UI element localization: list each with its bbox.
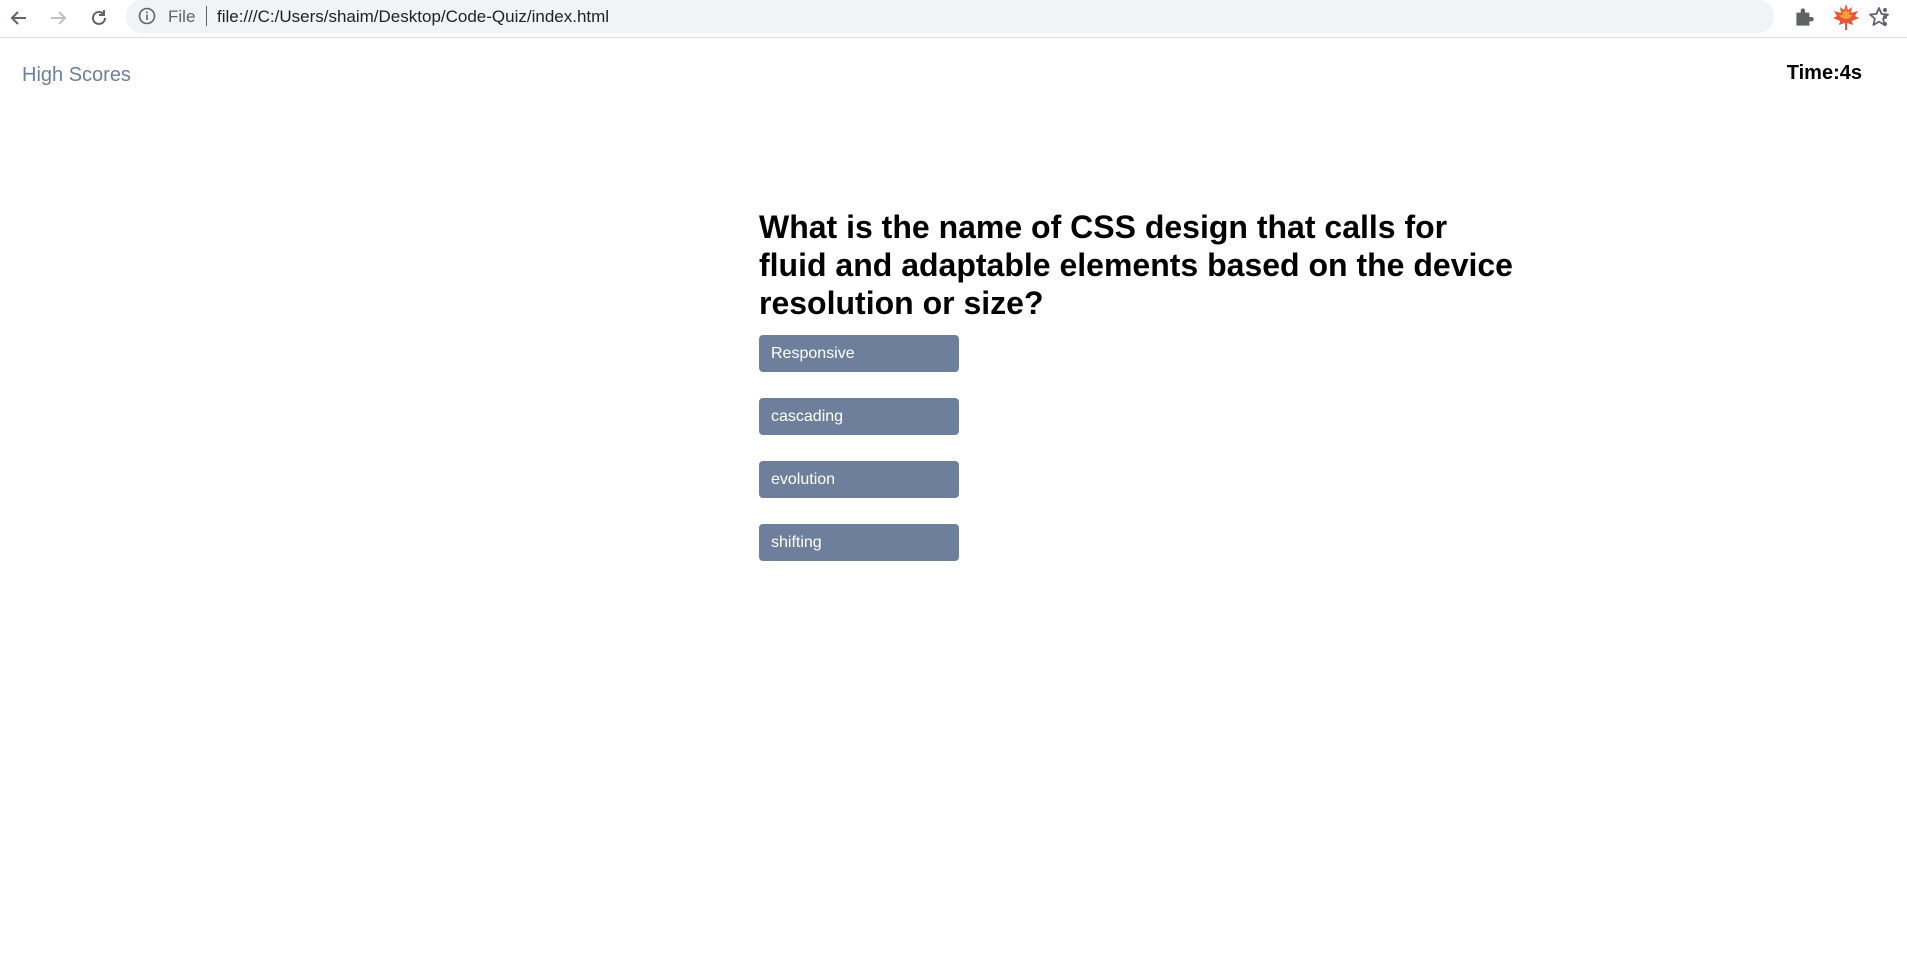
url-text[interactable]: file:///C:/Users/shaim/Desktop/Code-Quiz… bbox=[217, 7, 609, 27]
forward-button[interactable] bbox=[44, 4, 72, 32]
choices-list: Responsive cascading evolution shifting bbox=[759, 335, 1519, 561]
address-bar[interactable]: File file:///C:/Users/shaim/Desktop/Code… bbox=[126, 0, 1889, 33]
choice-button-cascading[interactable]: cascading bbox=[759, 398, 959, 435]
choice-button-responsive[interactable]: Responsive bbox=[759, 335, 959, 372]
timer: Time:4s bbox=[1787, 62, 1862, 85]
forward-arrow-icon bbox=[51, 11, 67, 25]
timer-value: 4s bbox=[1839, 62, 1862, 84]
reload-button[interactable] bbox=[85, 4, 113, 32]
back-arrow-icon bbox=[10, 11, 26, 25]
choice-button-shifting[interactable]: shifting bbox=[759, 524, 959, 561]
info-icon[interactable] bbox=[138, 7, 156, 25]
choice-button-evolution[interactable]: evolution bbox=[759, 461, 959, 498]
question-text: What is the name of CSS design that call… bbox=[759, 209, 1513, 321]
back-button[interactable] bbox=[5, 4, 33, 32]
quiz-container: What is the name of CSS design that call… bbox=[759, 208, 1519, 587]
high-scores-link[interactable]: High Scores bbox=[22, 64, 131, 87]
kebab-menu-icon[interactable] bbox=[1872, 4, 1898, 30]
maple-leaf-extension-icon[interactable] bbox=[1831, 2, 1861, 32]
reload-icon bbox=[92, 10, 106, 25]
extensions-puzzle-icon[interactable] bbox=[1791, 4, 1817, 30]
browser-toolbar: File file:///C:/Users/shaim/Desktop/Code… bbox=[0, 0, 1907, 38]
timer-label: Time: bbox=[1786, 62, 1840, 84]
scheme-label: File bbox=[168, 7, 196, 26]
scheme-divider bbox=[206, 6, 207, 26]
